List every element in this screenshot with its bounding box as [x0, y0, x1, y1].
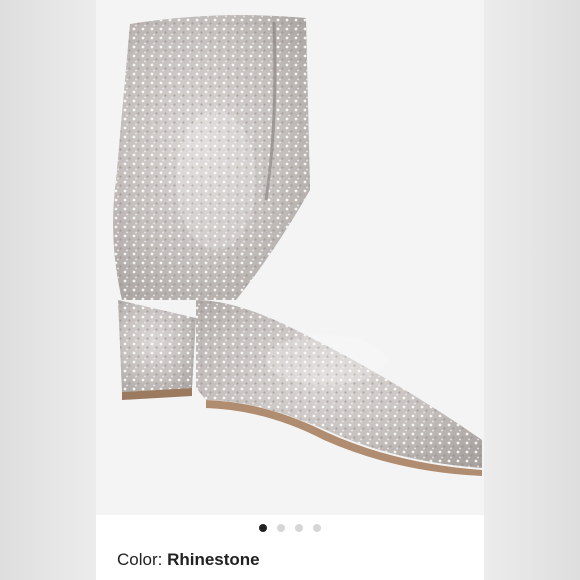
- background-left-margin: [0, 0, 96, 580]
- color-value: Rhinestone: [167, 550, 260, 569]
- carousel-dot-3[interactable]: [295, 524, 303, 532]
- phone-screen: Color: Rhinestone: [96, 0, 484, 580]
- color-selection: Color: Rhinestone: [117, 550, 260, 570]
- background-right-margin: [484, 0, 580, 580]
- rhinestone-boot-illustration: [96, 0, 484, 515]
- image-carousel-dots: [96, 522, 484, 534]
- product-image[interactable]: [96, 0, 484, 515]
- color-label: Color:: [117, 550, 168, 569]
- carousel-dot-1[interactable]: [259, 524, 267, 532]
- carousel-dot-2[interactable]: [277, 524, 285, 532]
- carousel-dot-4[interactable]: [313, 524, 321, 532]
